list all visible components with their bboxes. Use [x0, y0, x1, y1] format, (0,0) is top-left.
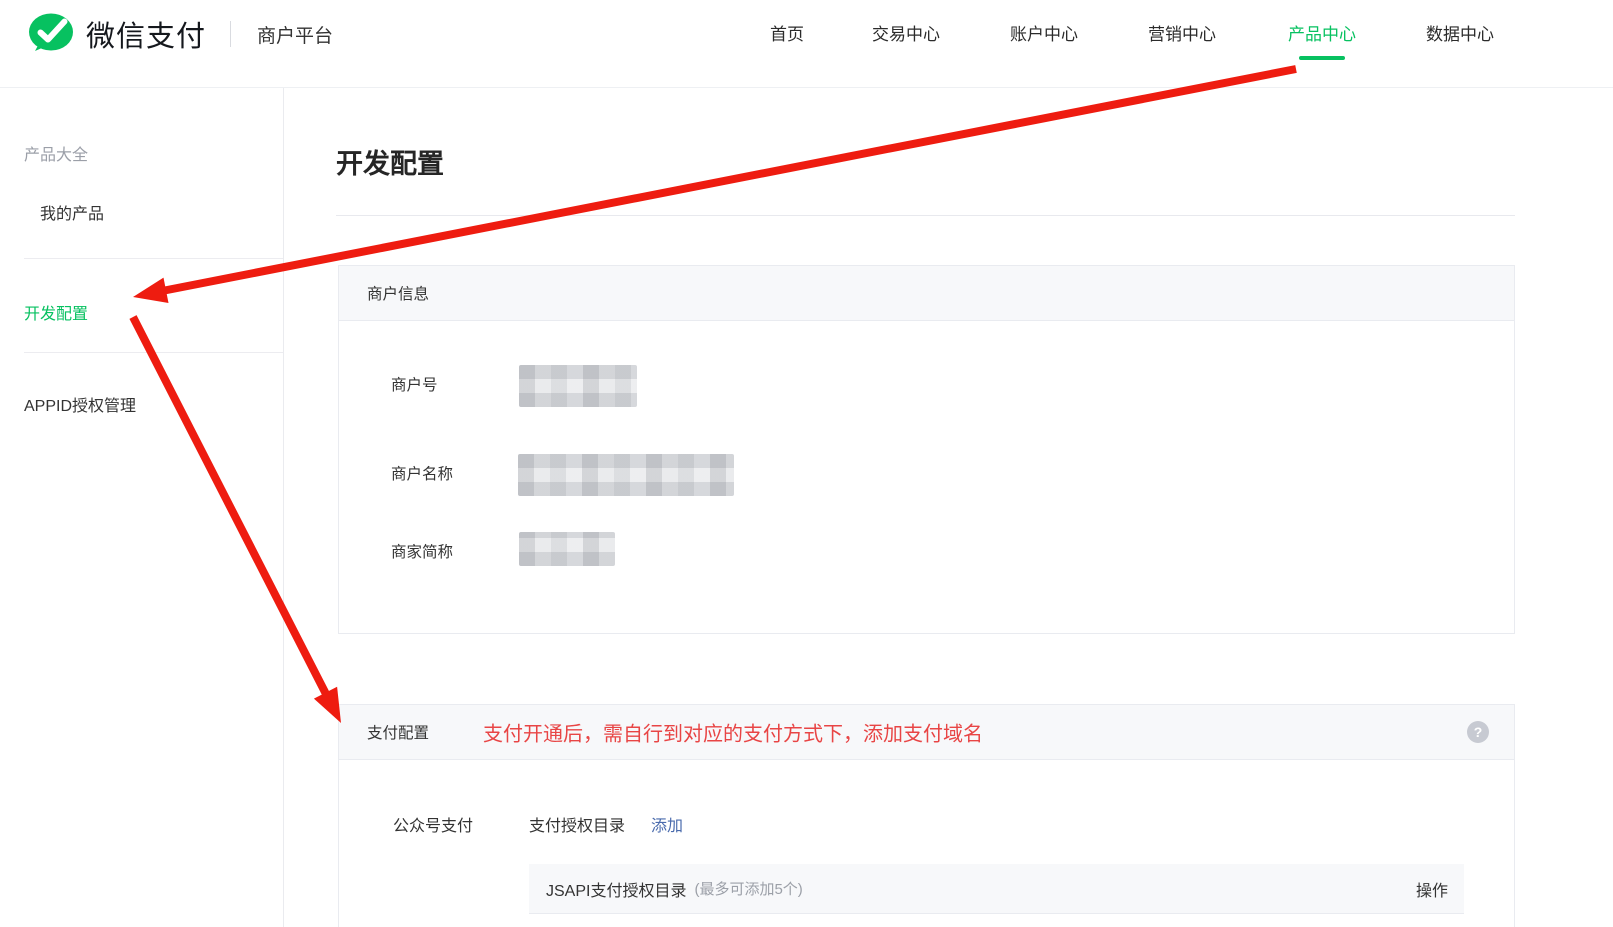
nav-item-marketing[interactable]: 营销中心 [1148, 20, 1216, 45]
payment-annotation-text: 支付开通后，需自行到对应的支付方式下，添加支付域名 [483, 718, 983, 747]
sidebar-section-label: 产品大全 [24, 141, 88, 165]
merchant-id-redacted-value [519, 365, 637, 407]
jsapi-directory-table-header: JSAPI支付授权目录 (最多可添加5个) 操作 [529, 864, 1464, 914]
title-divider [336, 215, 1515, 216]
add-directory-link[interactable]: 添加 [651, 812, 683, 836]
merchant-name-label: 商户名称 [391, 462, 453, 484]
sidebar-item-my-products[interactable]: 我的产品 [40, 200, 104, 224]
nav-item-account[interactable]: 账户中心 [1010, 20, 1078, 45]
merchant-id-label: 商户号 [391, 373, 438, 395]
merchant-card-header: 商户信息 [339, 266, 1514, 321]
wechat-pay-logo-icon [28, 12, 74, 56]
official-account-pay-label: 公众号支付 [393, 812, 473, 836]
jsapi-directory-hint: (最多可添加5个) [694, 878, 802, 899]
nav-item-trade[interactable]: 交易中心 [872, 20, 940, 45]
jsapi-directory-title: JSAPI支付授权目录 [546, 877, 686, 901]
nav-item-home[interactable]: 首页 [770, 20, 804, 45]
sidebar-divider [24, 258, 283, 259]
merchant-info-card: 商户信息 商户号 商户名称 商家简称 [338, 265, 1515, 634]
brand-name: 微信支付 [86, 13, 206, 55]
page-title: 开发配置 [336, 142, 444, 181]
sidebar-item-dev-config[interactable]: 开发配置 [24, 300, 88, 324]
nav-item-data[interactable]: 数据中心 [1426, 20, 1494, 45]
payment-card-header: 支付配置 支付开通后，需自行到对应的支付方式下，添加支付域名 ? [339, 705, 1514, 760]
auth-directory-label: 支付授权目录 [529, 812, 625, 836]
brand-divider [230, 21, 231, 47]
merchant-name-redacted-value [518, 454, 734, 496]
nav-item-product-label: 产品中心 [1288, 25, 1356, 44]
help-icon[interactable]: ? [1467, 721, 1489, 743]
sidebar-item-appid-auth[interactable]: APPID授权管理 [24, 392, 136, 416]
merchant-short-name-label: 商家简称 [391, 540, 453, 562]
active-nav-underline [1299, 56, 1345, 60]
payment-config-card: 支付配置 支付开通后，需自行到对应的支付方式下，添加支付域名 ? 公众号支付 支… [338, 704, 1515, 927]
sidebar-divider [24, 352, 283, 353]
portal-label: 商户平台 [257, 21, 333, 48]
merchant-short-name-redacted-value [519, 532, 615, 566]
nav-item-product[interactable]: 产品中心 [1288, 20, 1356, 45]
wechat-pay-merchant-platform: 微信支付 商户平台 首页 交易中心 账户中心 营销中心 产品中心 数据中心 产品… [0, 0, 1613, 927]
top-bar: 微信支付 商户平台 首页 交易中心 账户中心 营销中心 产品中心 数据中心 [0, 0, 1613, 88]
payment-card-title: 支付配置 [367, 721, 429, 743]
action-column-header: 操作 [1416, 877, 1448, 901]
merchant-card-title: 商户信息 [367, 282, 429, 304]
brand-home-link[interactable]: 微信支付 商户平台 [28, 10, 333, 58]
sidebar: 产品大全 我的产品 开发配置 APPID授权管理 [0, 88, 284, 927]
